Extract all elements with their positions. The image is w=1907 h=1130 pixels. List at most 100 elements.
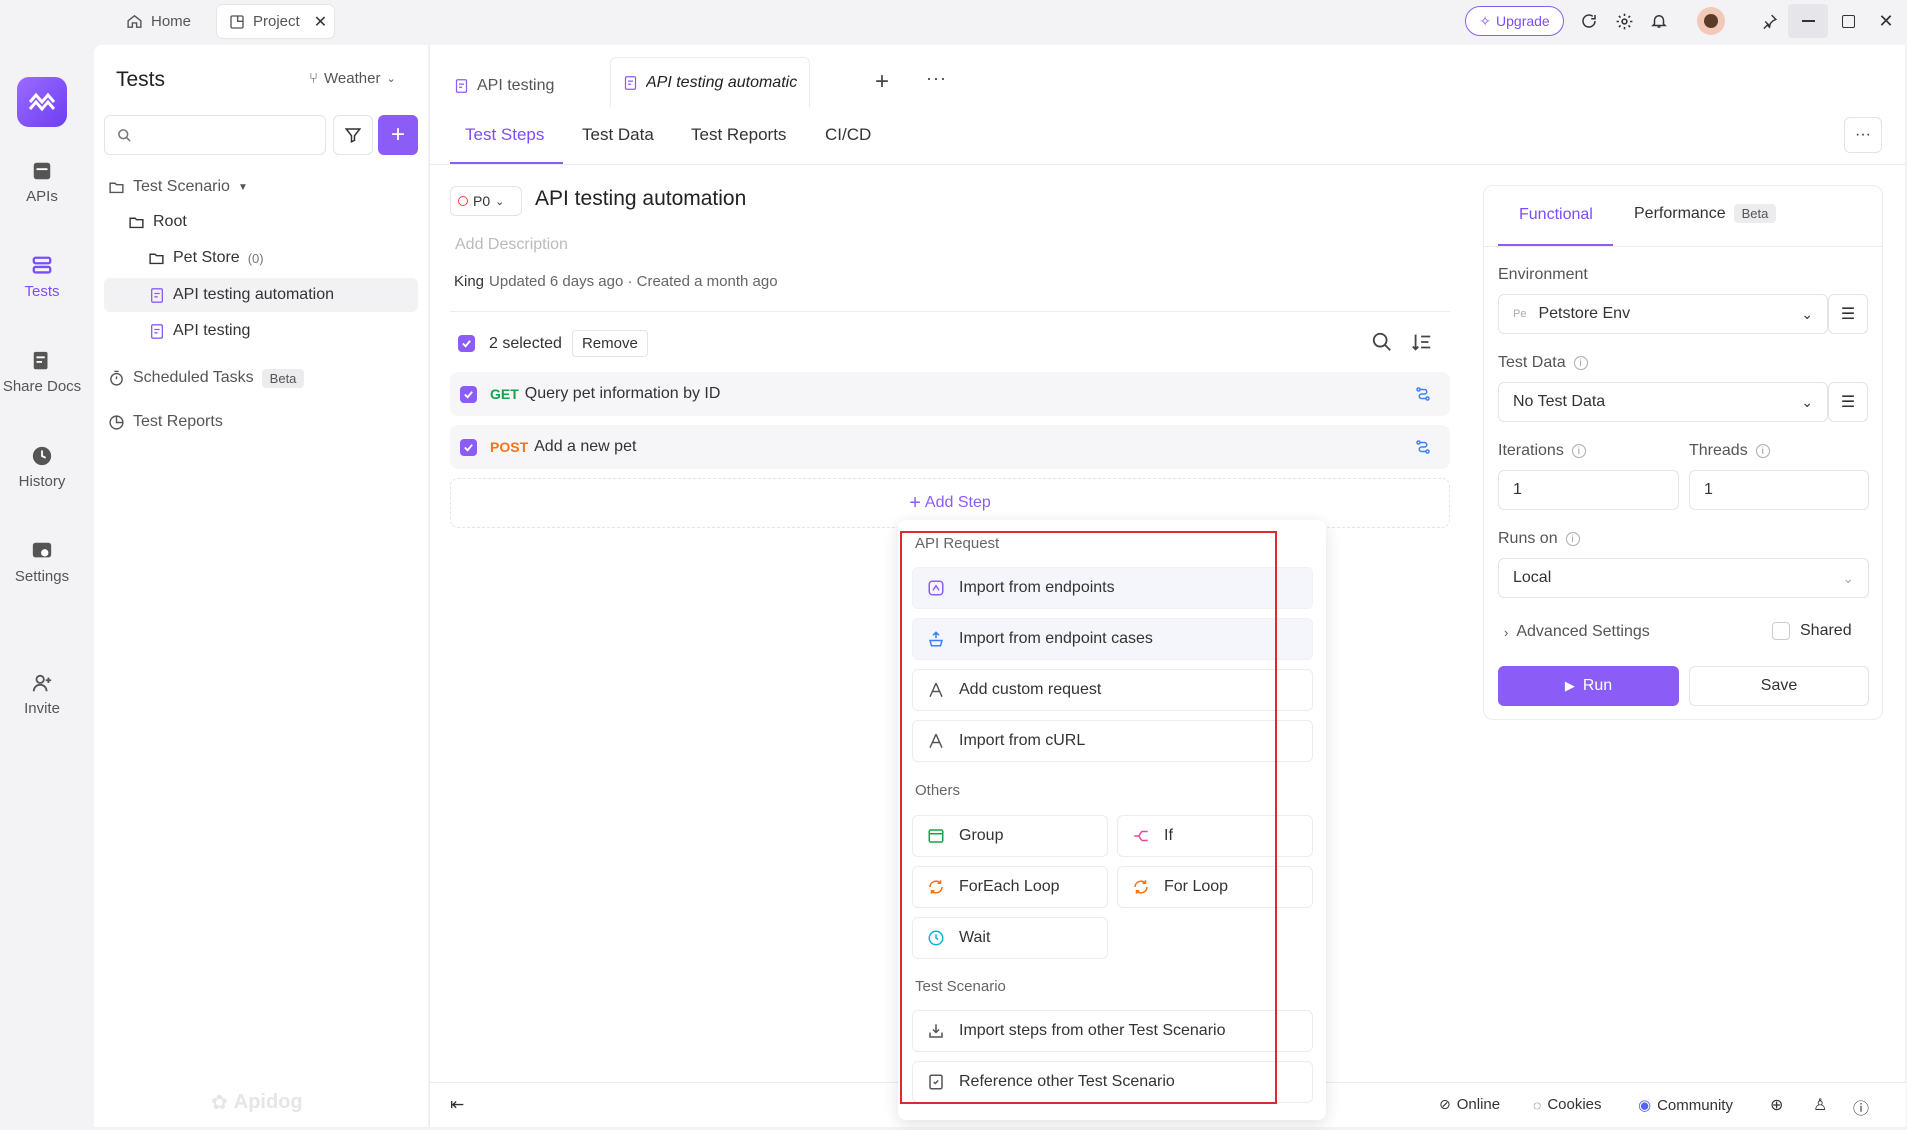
page-title[interactable]: API testing automation bbox=[535, 187, 746, 211]
gear-icon[interactable] bbox=[1613, 10, 1635, 32]
apidog-logo-icon: ✿ bbox=[211, 1092, 228, 1114]
rail-invite[interactable]: Invite bbox=[0, 672, 84, 717]
search-field[interactable] bbox=[140, 126, 320, 144]
menu-group[interactable]: Group bbox=[912, 815, 1108, 857]
rail-apis[interactable]: APIs bbox=[0, 160, 84, 205]
more-tabs-button[interactable]: ··· bbox=[926, 68, 947, 89]
info-icon: i bbox=[1565, 532, 1580, 546]
remove-button[interactable]: Remove bbox=[571, 330, 648, 357]
iterations-input[interactable]: 1 bbox=[1498, 470, 1679, 510]
test-file-icon bbox=[149, 323, 165, 340]
save-button[interactable]: Save bbox=[1689, 666, 1869, 706]
menu-add-custom-request[interactable]: Add custom request bbox=[912, 669, 1313, 711]
branch-selector[interactable]: ⑂ Weather ⌄ bbox=[309, 70, 396, 87]
more-options-button[interactable]: ··· bbox=[1844, 117, 1882, 153]
environment-select[interactable]: Pe Petstore Env ⌄ bbox=[1498, 294, 1828, 334]
search-steps-icon[interactable] bbox=[1371, 331, 1393, 353]
test-data-value: No Test Data bbox=[1513, 393, 1606, 410]
checkbox-empty[interactable] bbox=[1772, 622, 1790, 640]
new-tab-button[interactable]: + bbox=[875, 68, 889, 96]
file-tab-api-testing[interactable]: API testing bbox=[454, 65, 554, 107]
menu-if[interactable]: If bbox=[1117, 815, 1313, 857]
tree-api-testing-automation[interactable]: API testing automation bbox=[104, 278, 418, 312]
threads-input[interactable]: 1 bbox=[1689, 470, 1869, 510]
cookies-label: Cookies bbox=[1547, 1096, 1602, 1113]
collapse-sidebar-icon[interactable]: ⇤ bbox=[450, 1095, 464, 1115]
window-close-button[interactable]: ✕ bbox=[1875, 10, 1897, 32]
file-tab-api-testing-automation[interactable]: API testing automatic bbox=[610, 57, 810, 107]
description-field[interactable]: Add Description bbox=[455, 236, 568, 254]
menu-reference-scenario[interactable]: Reference other Test Scenario bbox=[912, 1061, 1313, 1103]
menu-import-from-curl[interactable]: Import from cURL bbox=[912, 720, 1313, 762]
menu-item-label: Import from cURL bbox=[959, 732, 1086, 749]
step-checkbox[interactable] bbox=[460, 438, 477, 456]
watermark-label: Apidog bbox=[233, 1091, 303, 1113]
shared-checkbox[interactable]: Shared bbox=[1772, 622, 1852, 640]
rail-history[interactable]: History bbox=[0, 445, 84, 490]
avatar[interactable] bbox=[1697, 7, 1725, 35]
rail-tests[interactable]: Tests bbox=[0, 255, 84, 300]
runs-on-select[interactable]: Local ⌄ bbox=[1498, 558, 1869, 598]
minimize-button[interactable] bbox=[1788, 4, 1828, 38]
advanced-settings-toggle[interactable]: › Advanced Settings bbox=[1504, 623, 1650, 641]
step-row-get[interactable]: GET Query pet information by ID bbox=[450, 372, 1450, 416]
tab-performance[interactable]: Performance Beta bbox=[1634, 204, 1777, 223]
link-icon[interactable] bbox=[1414, 385, 1432, 403]
tab-home[interactable]: Home bbox=[114, 5, 203, 38]
refresh-icon[interactable] bbox=[1578, 10, 1600, 32]
runs-on-label-row: Runs on i bbox=[1498, 530, 1580, 548]
menu-foreach-loop[interactable]: ForEach Loop bbox=[912, 866, 1108, 908]
upgrade-button[interactable]: ✧ Upgrade bbox=[1465, 6, 1564, 36]
meta-divider bbox=[450, 311, 1450, 312]
menu-import-from-endpoints[interactable]: Import from endpoints bbox=[912, 567, 1313, 609]
tree-root[interactable]: Root bbox=[128, 205, 187, 239]
tree-scheduled-tasks[interactable]: Scheduled Tasks Beta bbox=[108, 361, 305, 395]
tab-ci-cd[interactable]: CI/CD bbox=[825, 125, 871, 145]
rail-settings[interactable]: Settings bbox=[0, 540, 84, 585]
rail-share-docs[interactable]: Share Docs bbox=[0, 350, 84, 395]
menu-for-loop[interactable]: For Loop bbox=[1117, 866, 1313, 908]
file-tab-label: API testing automatic bbox=[646, 73, 798, 91]
tab-test-data[interactable]: Test Data bbox=[582, 125, 654, 145]
tab-project[interactable]: Project ✕ bbox=[217, 5, 334, 38]
chevron-right-icon: › bbox=[1504, 624, 1509, 640]
shirt-icon[interactable]: ♙ bbox=[1813, 1095, 1827, 1115]
tree-test-reports[interactable]: Test Reports bbox=[108, 405, 223, 439]
app-logo[interactable] bbox=[17, 77, 67, 127]
search-icon bbox=[117, 128, 132, 143]
online-status[interactable]: ⊘ Online bbox=[1439, 1096, 1500, 1113]
run-button[interactable]: ▶ Run bbox=[1498, 666, 1679, 706]
menu-import-steps-from-scenario[interactable]: Import steps from other Test Scenario bbox=[912, 1010, 1313, 1052]
selected-count: 2 selected bbox=[489, 334, 562, 352]
select-all-checkbox[interactable] bbox=[458, 335, 475, 352]
tab-functional[interactable]: Functional bbox=[1519, 206, 1593, 224]
menu-item-label: If bbox=[1164, 827, 1173, 844]
tree-test-scenario[interactable]: Test Scenario ▼ bbox=[108, 170, 248, 204]
search-input[interactable] bbox=[104, 115, 326, 155]
step-checkbox[interactable] bbox=[460, 385, 477, 403]
link-icon[interactable] bbox=[1414, 438, 1432, 456]
community-button[interactable]: ◉ Community bbox=[1638, 1096, 1733, 1115]
menu-import-from-endpoint-cases[interactable]: Import from endpoint cases bbox=[912, 618, 1313, 660]
sort-steps-icon[interactable] bbox=[1411, 331, 1433, 353]
filter-button[interactable] bbox=[333, 115, 373, 155]
step-row-post[interactable]: POST Add a new pet bbox=[450, 425, 1450, 469]
tree-api-testing[interactable]: API testing bbox=[149, 314, 250, 348]
help-icon[interactable]: ⓘ bbox=[1853, 1095, 1869, 1119]
close-tab-icon[interactable]: ✕ bbox=[314, 12, 327, 32]
maximize-button[interactable] bbox=[1837, 10, 1859, 32]
pin-icon[interactable] bbox=[1758, 10, 1780, 32]
priority-selector[interactable]: P0 ⌄ bbox=[450, 186, 522, 216]
bell-icon[interactable] bbox=[1648, 10, 1670, 32]
environment-menu-button[interactable]: ☰ bbox=[1828, 294, 1868, 334]
tab-test-steps[interactable]: Test Steps bbox=[465, 125, 544, 145]
tab-test-reports[interactable]: Test Reports bbox=[691, 125, 786, 145]
cookies-button[interactable]: ◌ Cookies bbox=[1533, 1096, 1602, 1113]
chevron-down-icon: ⌄ bbox=[1801, 393, 1813, 410]
tree-pet-store[interactable]: Pet Store (0) bbox=[148, 241, 264, 275]
upload-icon[interactable]: ⊕ bbox=[1770, 1095, 1783, 1115]
test-data-menu-button[interactable]: ☰ bbox=[1828, 382, 1868, 422]
menu-wait[interactable]: Wait bbox=[912, 917, 1108, 959]
test-data-select[interactable]: No Test Data ⌄ bbox=[1498, 382, 1828, 422]
add-test-button[interactable]: + bbox=[378, 115, 418, 155]
